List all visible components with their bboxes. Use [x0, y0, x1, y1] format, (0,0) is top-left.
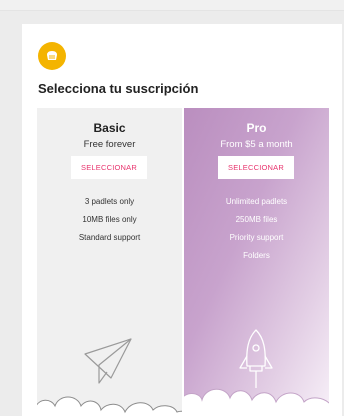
padlet-logo-icon: [38, 42, 66, 70]
plan-card-basic: Basic Free forever SELECCIONAR 3 padlets…: [37, 108, 182, 416]
feature-list: Unlimited padlets 250MB files Priority s…: [184, 193, 329, 265]
plan-price: Free forever: [83, 139, 136, 150]
plan-name: Basic: [93, 121, 126, 135]
subscription-panel: Selecciona tu suscripción Basic Free for…: [22, 24, 342, 416]
feature-item: Priority support: [229, 233, 284, 242]
plan-card-pro: Pro From $5 a month SELECCIONAR Unlimite…: [184, 108, 329, 416]
feature-item: Standard support: [78, 233, 141, 242]
page-title: Selecciona tu suscripción: [38, 81, 199, 96]
feature-list: 3 padlets only 10MB files only Standard …: [37, 193, 182, 247]
rocket-icon: [184, 329, 329, 416]
paper-plane-icon: [37, 338, 182, 416]
feature-item: Folders: [243, 251, 270, 260]
feature-item: 10MB files only: [82, 215, 137, 224]
select-pro-button[interactable]: SELECCIONAR: [218, 156, 294, 179]
feature-item: 250MB files: [235, 215, 278, 224]
feature-item: Unlimited padlets: [225, 197, 288, 206]
plan-price: From $5 a month: [220, 139, 293, 150]
top-bar: [0, 0, 344, 11]
feature-item: 3 padlets only: [84, 197, 135, 206]
plan-name: Pro: [246, 121, 267, 135]
select-basic-button[interactable]: SELECCIONAR: [71, 156, 147, 179]
